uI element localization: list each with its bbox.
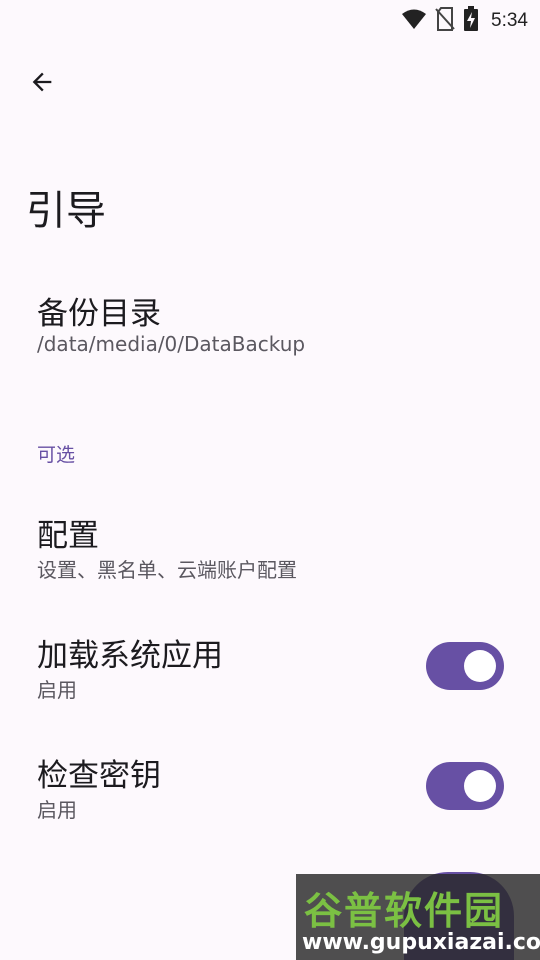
- wifi-icon: [401, 8, 427, 34]
- backup-directory-preference[interactable]: 备份目录 /data/media/0/DataBackup: [0, 278, 540, 378]
- switch-thumb: [464, 770, 496, 802]
- watermark-name: 谷普软件园: [304, 889, 505, 933]
- config-title: 配置: [37, 518, 99, 554]
- backup-directory-title: 备份目录: [37, 296, 161, 332]
- no-sim-icon: [435, 7, 455, 35]
- load-system-apps-switch[interactable]: [426, 642, 504, 690]
- status-time: 5:34: [491, 10, 528, 31]
- load-system-apps-preference[interactable]: 加载系统应用 启用: [0, 620, 540, 720]
- check-keys-title: 检查密钥: [37, 758, 161, 794]
- check-keys-preference[interactable]: 检查密钥 启用: [0, 740, 540, 840]
- watermark: 谷普软件园 www.gupuxiazai.com: [296, 874, 540, 960]
- config-summary: 设置、黑名单、云端账户配置: [37, 558, 297, 582]
- switch-thumb: [464, 650, 496, 682]
- optional-category-label: 可选: [37, 444, 76, 466]
- load-system-apps-summary: 启用: [37, 678, 77, 702]
- check-keys-switch[interactable]: [426, 762, 504, 810]
- page-title: 引导: [26, 188, 106, 234]
- watermark-url: www.gupuxiazai.com: [302, 930, 540, 955]
- config-preference[interactable]: 配置 设置、黑名单、云端账户配置: [0, 500, 540, 600]
- status-bar: 5:34: [0, 0, 540, 36]
- back-button[interactable]: [20, 62, 64, 106]
- load-system-apps-title: 加载系统应用: [37, 638, 223, 674]
- check-keys-summary: 启用: [37, 798, 77, 822]
- arrow-left-icon: [28, 68, 56, 100]
- battery-charging-icon: [463, 6, 479, 36]
- backup-directory-summary: /data/media/0/DataBackup: [37, 332, 306, 356]
